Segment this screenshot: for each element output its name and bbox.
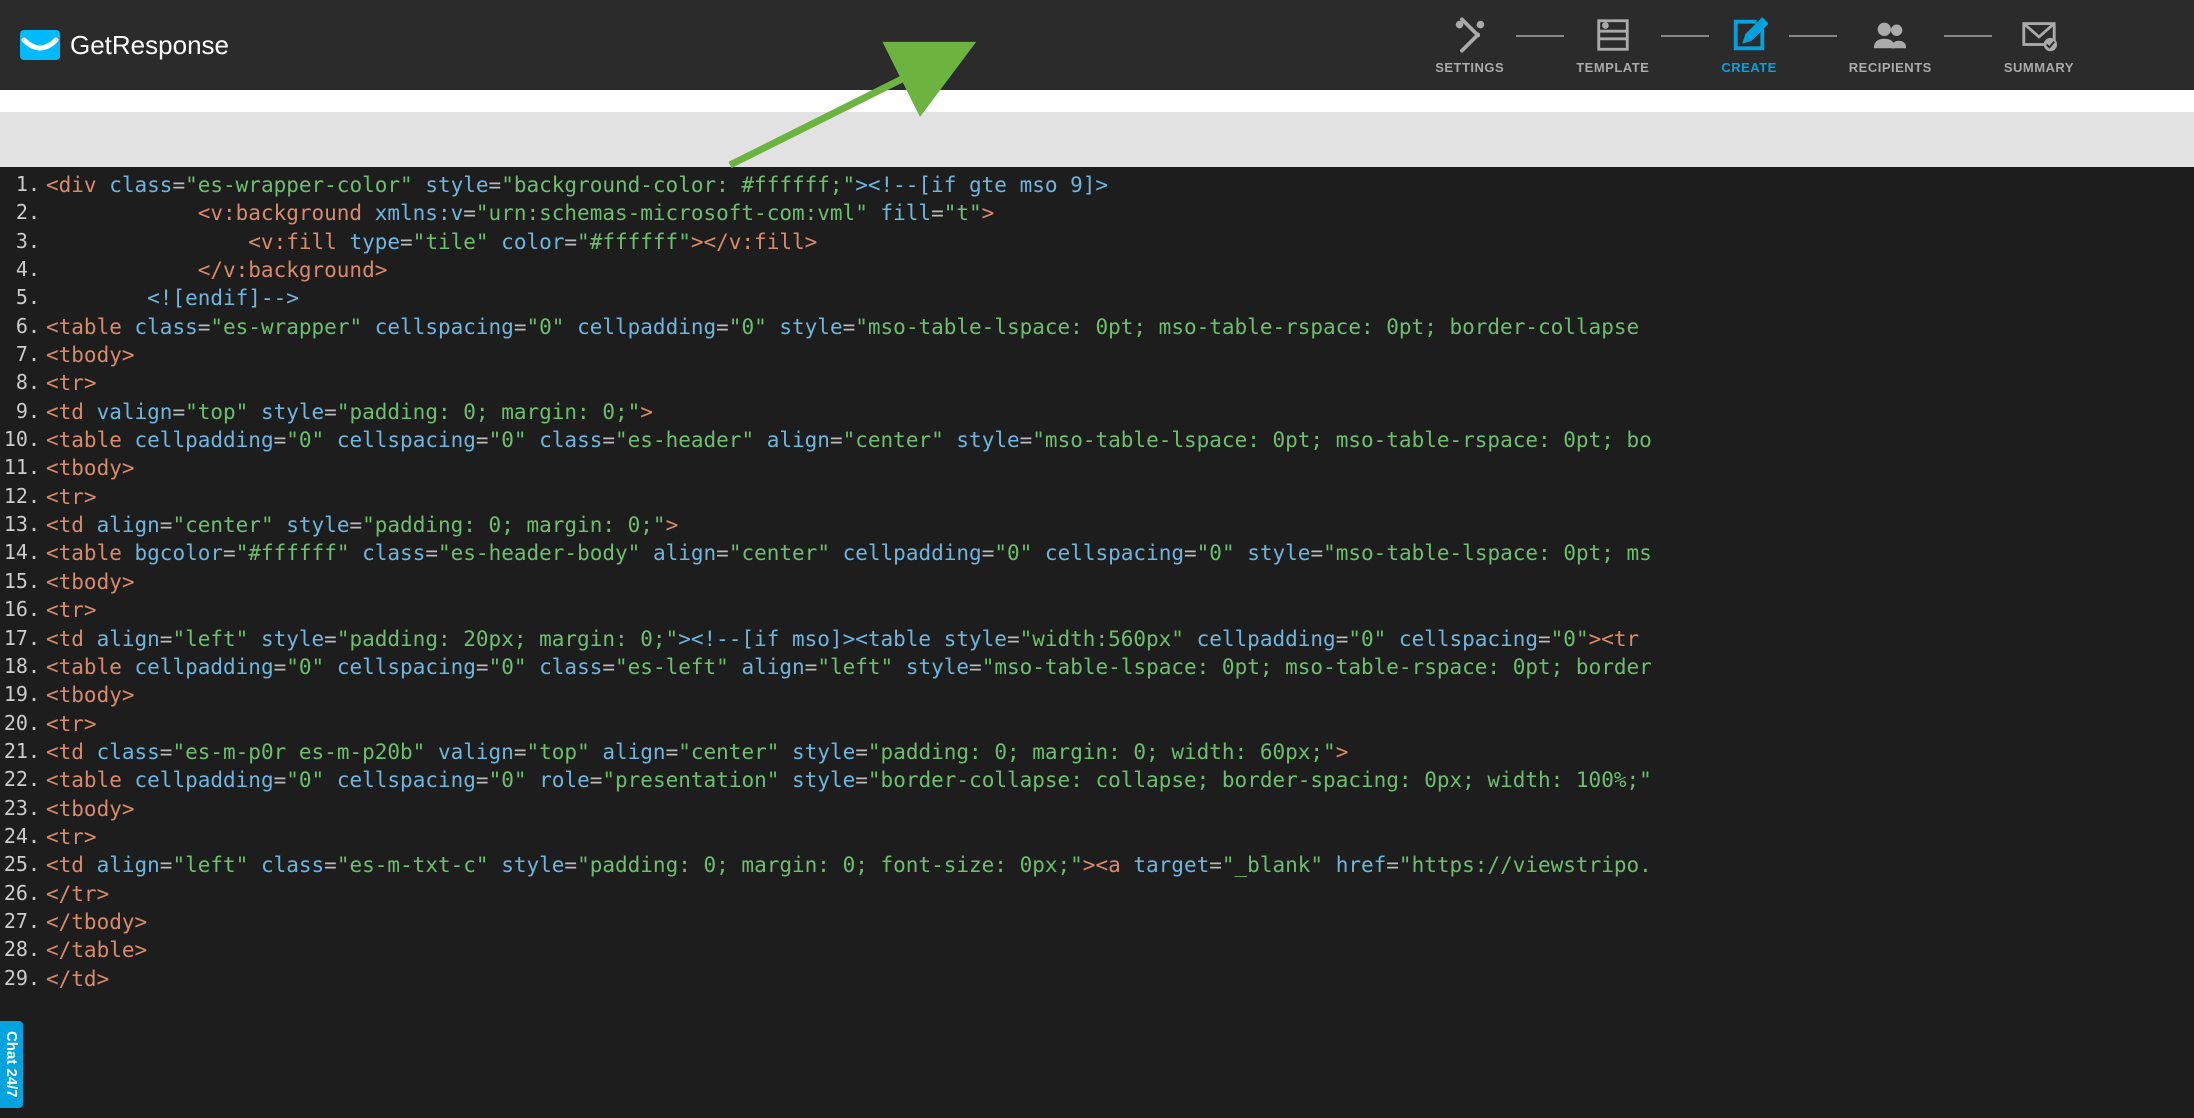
step-label: SUMMARY bbox=[2004, 60, 2074, 75]
step-label: CREATE bbox=[1721, 60, 1776, 75]
step-connector bbox=[1516, 35, 1564, 37]
code-editor[interactable]: 1<div class="es-wrapper-color" style="ba… bbox=[0, 167, 2194, 997]
recipients-icon bbox=[1869, 16, 1911, 54]
step-recipients[interactable]: RECIPIENTS bbox=[1849, 16, 1932, 75]
step-summary[interactable]: SUMMARY bbox=[2004, 16, 2074, 75]
template-icon bbox=[1592, 16, 1634, 54]
step-template[interactable]: TEMPLATE bbox=[1576, 16, 1649, 75]
step-label: RECIPIENTS bbox=[1849, 60, 1932, 75]
toolbar-placeholder bbox=[0, 112, 2194, 167]
step-create[interactable]: CREATE bbox=[1721, 16, 1776, 75]
create-icon bbox=[1728, 16, 1770, 54]
step-label: SETTINGS bbox=[1435, 60, 1504, 75]
step-connector bbox=[1789, 35, 1837, 37]
step-settings[interactable]: SETTINGS bbox=[1435, 16, 1504, 75]
wizard-steps: SETTINGS TEMPLATE CREATE RECIPIENTS bbox=[1435, 16, 2074, 75]
separator-white bbox=[0, 90, 2194, 112]
summary-icon bbox=[2018, 16, 2060, 54]
step-label: TEMPLATE bbox=[1576, 60, 1649, 75]
header-bar: GetResponse SETTINGS TEMPLATE CREATE bbox=[0, 0, 2194, 90]
step-connector bbox=[1944, 35, 1992, 37]
settings-icon bbox=[1449, 16, 1491, 54]
step-connector bbox=[1661, 35, 1709, 37]
chat-label: Chat 24/7 bbox=[3, 1031, 20, 1098]
chat-tab[interactable]: Chat 24/7 bbox=[0, 1021, 23, 1108]
logo-icon bbox=[20, 30, 60, 60]
brand-logo[interactable]: GetResponse bbox=[20, 30, 229, 61]
brand-name: GetResponse bbox=[70, 30, 229, 61]
